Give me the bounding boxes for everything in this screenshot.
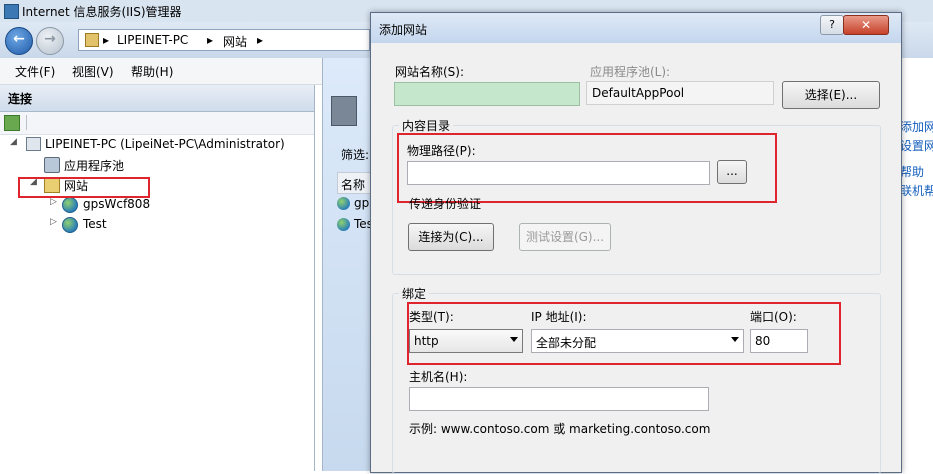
action-online-help[interactable]: 联机帮助 — [900, 182, 933, 199]
breadcrumb-separator-end[interactable]: ▸ — [257, 33, 263, 47]
tree-label-gpswcf808: gpsWcf808 — [83, 197, 151, 211]
app-pool-label: 应用程序池(L): — [590, 65, 671, 79]
dialog-title: 添加网站 — [379, 23, 428, 37]
breadcrumb-server[interactable]: LIPEINET-PC — [117, 33, 188, 47]
globe-icon — [337, 197, 350, 210]
tree-label-server: LIPEINET-PC (LipeiNet-PC\Administrator) — [45, 137, 285, 151]
site-name-input[interactable] — [394, 82, 580, 106]
action-help[interactable]: 帮助 — [900, 163, 924, 180]
actions-panel: 添加网站 设置网站 帮助 联机帮助 — [900, 58, 933, 471]
collapse-icon[interactable]: ◢ — [10, 137, 17, 147]
tree-node-server[interactable]: ◢ LIPEINET-PC (LipeiNet-PC\Administrator… — [0, 135, 314, 155]
breadcrumb-separator[interactable]: ▸ — [207, 33, 213, 47]
connections-header: 连接 — [0, 85, 314, 112]
tree-label-app-pools: 应用程序池 — [64, 159, 125, 173]
select-app-pool-button[interactable]: 选择(E)... — [782, 81, 880, 109]
back-button[interactable]: ← — [5, 27, 33, 55]
dialog-title-bar: 添加网站 ? ✕ — [371, 13, 901, 43]
start-page-icon[interactable] — [4, 115, 20, 131]
toolbar-divider — [26, 115, 27, 130]
globe-icon — [62, 217, 78, 233]
menu-view[interactable]: 视图(V) — [72, 63, 114, 80]
filter-label: 筛选: — [341, 148, 370, 162]
highlight-box-physical-path — [397, 133, 777, 203]
address-bar[interactable]: ▸ LIPEINET-PC ▸ 网站 ▸ — [78, 29, 370, 51]
host-name-input[interactable] — [409, 387, 709, 411]
action-add-site[interactable]: 添加网站 — [900, 118, 933, 135]
menu-bar: 文件(F) 视图(V) 帮助(H) — [0, 58, 322, 85]
connections-title: 连接 — [8, 92, 33, 106]
back-arrow-icon: ← — [13, 31, 25, 47]
sites-large-icon — [331, 96, 357, 126]
expand-icon[interactable]: ▷ — [50, 197, 57, 207]
add-website-dialog: 添加网站 ? ✕ 网站名称(S): 应用程序池(L): DefaultAppPo… — [370, 12, 902, 474]
breadcrumb-chevron-icon[interactable]: ▸ — [103, 33, 109, 47]
binding-label: 绑定 — [399, 285, 430, 302]
site-name-label: 网站名称(S): — [395, 65, 465, 79]
test-settings-button[interactable]: 测试设置(G)... — [519, 223, 611, 251]
tree-node-app-pools[interactable]: 应用程序池 — [0, 155, 314, 175]
content-directory-label: 内容目录 — [399, 117, 454, 134]
connections-panel: 连接 ◢ LIPEINET-PC (LipeiNet-PC\Administra… — [0, 85, 315, 471]
breadcrumb-sites[interactable]: 网站 — [223, 33, 247, 50]
expand-icon[interactable]: ▷ — [50, 217, 57, 227]
host-name-label: 主机名(H): — [409, 370, 468, 384]
close-button[interactable]: ✕ — [843, 15, 889, 35]
help-button[interactable]: ? — [820, 15, 844, 35]
tree-node-site-test[interactable]: ▷ Test — [0, 215, 314, 235]
sites-feature-panel: 筛选: 名称 gps Tes — [322, 58, 376, 471]
name-column-label: 名称 — [341, 178, 366, 192]
app-pool-field: DefaultAppPool — [586, 81, 774, 105]
highlight-box-sites — [18, 177, 150, 198]
menu-file[interactable]: 文件(F) — [15, 63, 55, 80]
app-pool-value: DefaultAppPool — [592, 86, 685, 100]
host-name-example: 示例: www.contoso.com 或 marketing.contoso.… — [409, 422, 711, 436]
globe-icon — [337, 218, 350, 231]
window-title: Internet 信息服务(IIS)管理器 — [22, 5, 182, 19]
connect-as-button[interactable]: 连接为(C)... — [408, 223, 494, 251]
home-icon — [85, 33, 99, 47]
tree-node-site-gpswcf808[interactable]: ▷ gpsWcf808 — [0, 195, 314, 215]
tree-label-test: Test — [83, 217, 107, 231]
forward-button[interactable]: → — [36, 27, 64, 55]
highlight-box-binding — [407, 302, 841, 365]
app-pool-icon — [44, 157, 60, 173]
dialog-body: 网站名称(S): 应用程序池(L): DefaultAppPool 选择(E).… — [371, 43, 901, 474]
connections-toolbar — [0, 112, 314, 135]
menu-help[interactable]: 帮助(H) — [131, 63, 173, 80]
pass-through-auth-label: 传递身份验证 — [409, 197, 482, 211]
action-site-defaults[interactable]: 设置网站 — [900, 137, 933, 154]
forward-arrow-icon: → — [44, 31, 56, 47]
globe-icon — [62, 197, 78, 213]
server-icon — [26, 137, 41, 151]
iis-app-icon — [4, 4, 19, 19]
